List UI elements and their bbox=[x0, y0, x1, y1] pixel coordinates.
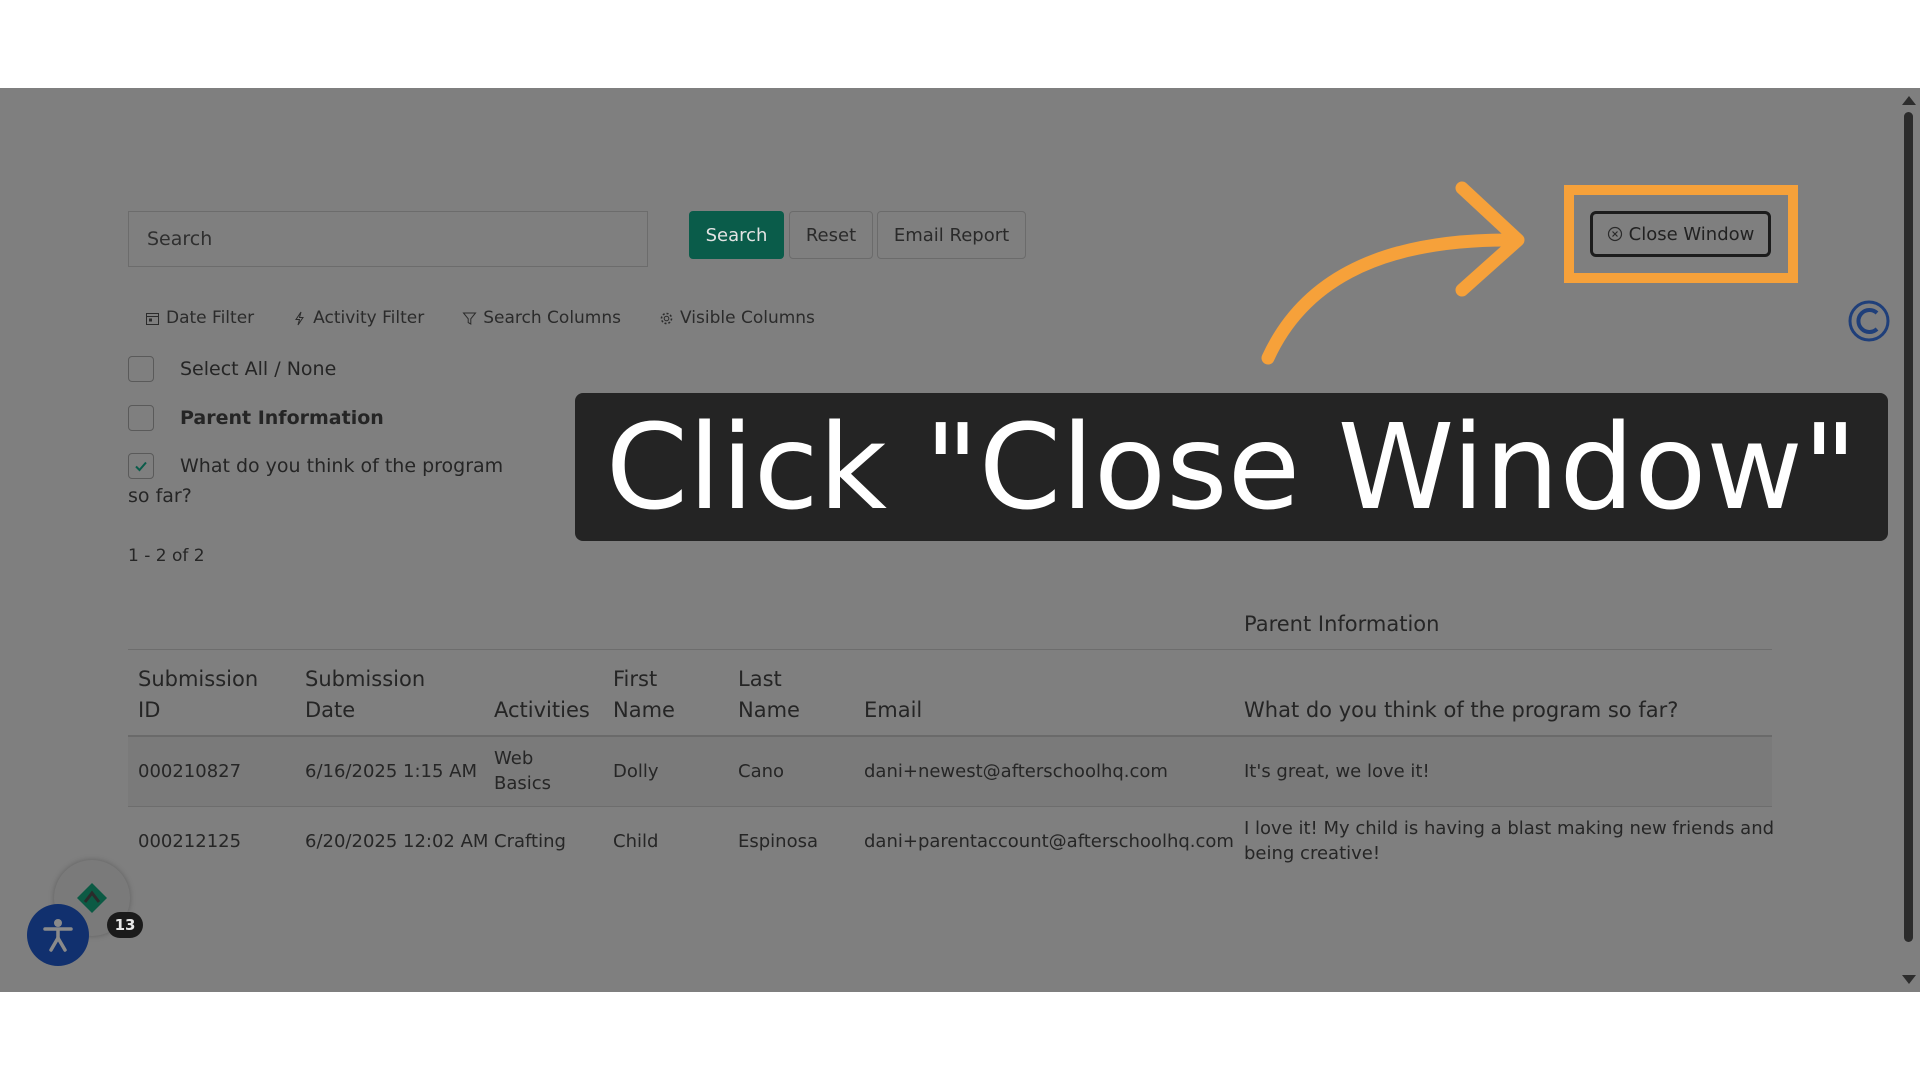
question-column-checkbox[interactable] bbox=[128, 453, 154, 479]
funnel-icon bbox=[462, 312, 477, 325]
checkmark-icon bbox=[135, 461, 147, 472]
group-header-parent-info: Parent Information bbox=[1244, 612, 1440, 636]
dimmed-app-frame: Search Reset Email Report Close Window D… bbox=[0, 88, 1920, 992]
scrollbar[interactable] bbox=[1896, 88, 1920, 992]
select-all-row: Select All / None bbox=[128, 356, 336, 382]
search-input[interactable] bbox=[128, 211, 648, 267]
cell-answer: I love it! My child is having a blast ma… bbox=[1244, 818, 1775, 864]
gear-icon bbox=[660, 312, 673, 324]
email-report-button[interactable]: Email Report bbox=[877, 211, 1026, 259]
scroll-down-arrow[interactable] bbox=[1902, 975, 1916, 984]
pointer-arrow bbox=[1261, 181, 1525, 365]
accessibility-button[interactable] bbox=[27, 904, 89, 966]
question-column-row: What do you think of the program so far? bbox=[128, 453, 548, 509]
cell-first-name: Child bbox=[613, 831, 659, 852]
parent-info-label: Parent Information bbox=[180, 407, 384, 429]
accessibility-icon bbox=[43, 919, 73, 952]
cell-submission-id: 000210827 bbox=[138, 761, 242, 782]
cell-submission-date: 6/20/2025 12:02 AM bbox=[305, 831, 489, 852]
header-email[interactable]: Email bbox=[864, 695, 922, 726]
visible-columns-label: Visible Columns bbox=[680, 308, 815, 328]
table-divider bbox=[128, 649, 1772, 650]
header-submission-date[interactable]: Submission Date bbox=[305, 664, 425, 726]
scroll-up-arrow[interactable] bbox=[1902, 96, 1916, 105]
header-submission-id[interactable]: Submission ID bbox=[138, 664, 258, 726]
cell-first-name: Dolly bbox=[613, 761, 659, 782]
cell-answer: It's great, we love it! bbox=[1244, 761, 1430, 782]
select-all-label: Select All / None bbox=[180, 358, 337, 380]
header-last-name[interactable]: Last Name bbox=[738, 664, 800, 726]
scroll-thumb[interactable] bbox=[1904, 112, 1913, 942]
notification-badge: 13 bbox=[107, 912, 143, 938]
question-column-label-line1: What do you think of the program bbox=[180, 455, 504, 477]
search-columns-filter[interactable]: Search Columns bbox=[462, 308, 621, 328]
result-count: 1 - 2 of 2 bbox=[128, 546, 205, 566]
cell-last-name: Espinosa bbox=[738, 831, 819, 852]
filter-bar: Date Filter Activity Filter Search Colum… bbox=[145, 308, 815, 328]
search-button[interactable]: Search bbox=[689, 211, 784, 259]
cell-activities: Web Basics bbox=[494, 748, 552, 794]
header-question[interactable]: What do you think of the program so far? bbox=[1244, 695, 1678, 726]
search-columns-label: Search Columns bbox=[483, 308, 622, 328]
lightning-icon bbox=[295, 311, 305, 325]
date-filter-label: Date Filter bbox=[166, 308, 255, 328]
parent-info-row: Parent Information bbox=[128, 405, 384, 431]
calendar-icon bbox=[146, 312, 159, 325]
brand-logo-icon bbox=[77, 883, 107, 913]
activity-filter-label: Activity Filter bbox=[313, 308, 425, 328]
header-activities[interactable]: Activities bbox=[494, 695, 590, 726]
question-column-label-line2: so far? bbox=[128, 485, 192, 507]
highlight-box bbox=[1564, 185, 1798, 283]
cell-activities: Crafting bbox=[494, 831, 566, 852]
instruction-caption: Click "Close Window" bbox=[575, 393, 1888, 541]
header-first-name[interactable]: First Name bbox=[613, 664, 675, 726]
cell-submission-date: 6/16/2025 1:15 AM bbox=[305, 761, 478, 782]
cell-email: dani+parentaccount@afterschoolhq.com bbox=[864, 831, 1234, 852]
cell-email: dani+newest@afterschoolhq.com bbox=[864, 761, 1168, 782]
date-filter[interactable]: Date Filter bbox=[145, 308, 254, 328]
cell-submission-id: 000212125 bbox=[138, 831, 242, 852]
cell-last-name: Cano bbox=[738, 761, 785, 782]
app-logo-icon[interactable] bbox=[1848, 300, 1890, 342]
select-all-checkbox[interactable] bbox=[128, 356, 154, 382]
parent-info-checkbox[interactable] bbox=[128, 405, 154, 431]
activity-filter[interactable]: Activity Filter bbox=[292, 308, 424, 328]
visible-columns-filter[interactable]: Visible Columns bbox=[659, 308, 815, 328]
reset-button[interactable]: Reset bbox=[789, 211, 873, 259]
